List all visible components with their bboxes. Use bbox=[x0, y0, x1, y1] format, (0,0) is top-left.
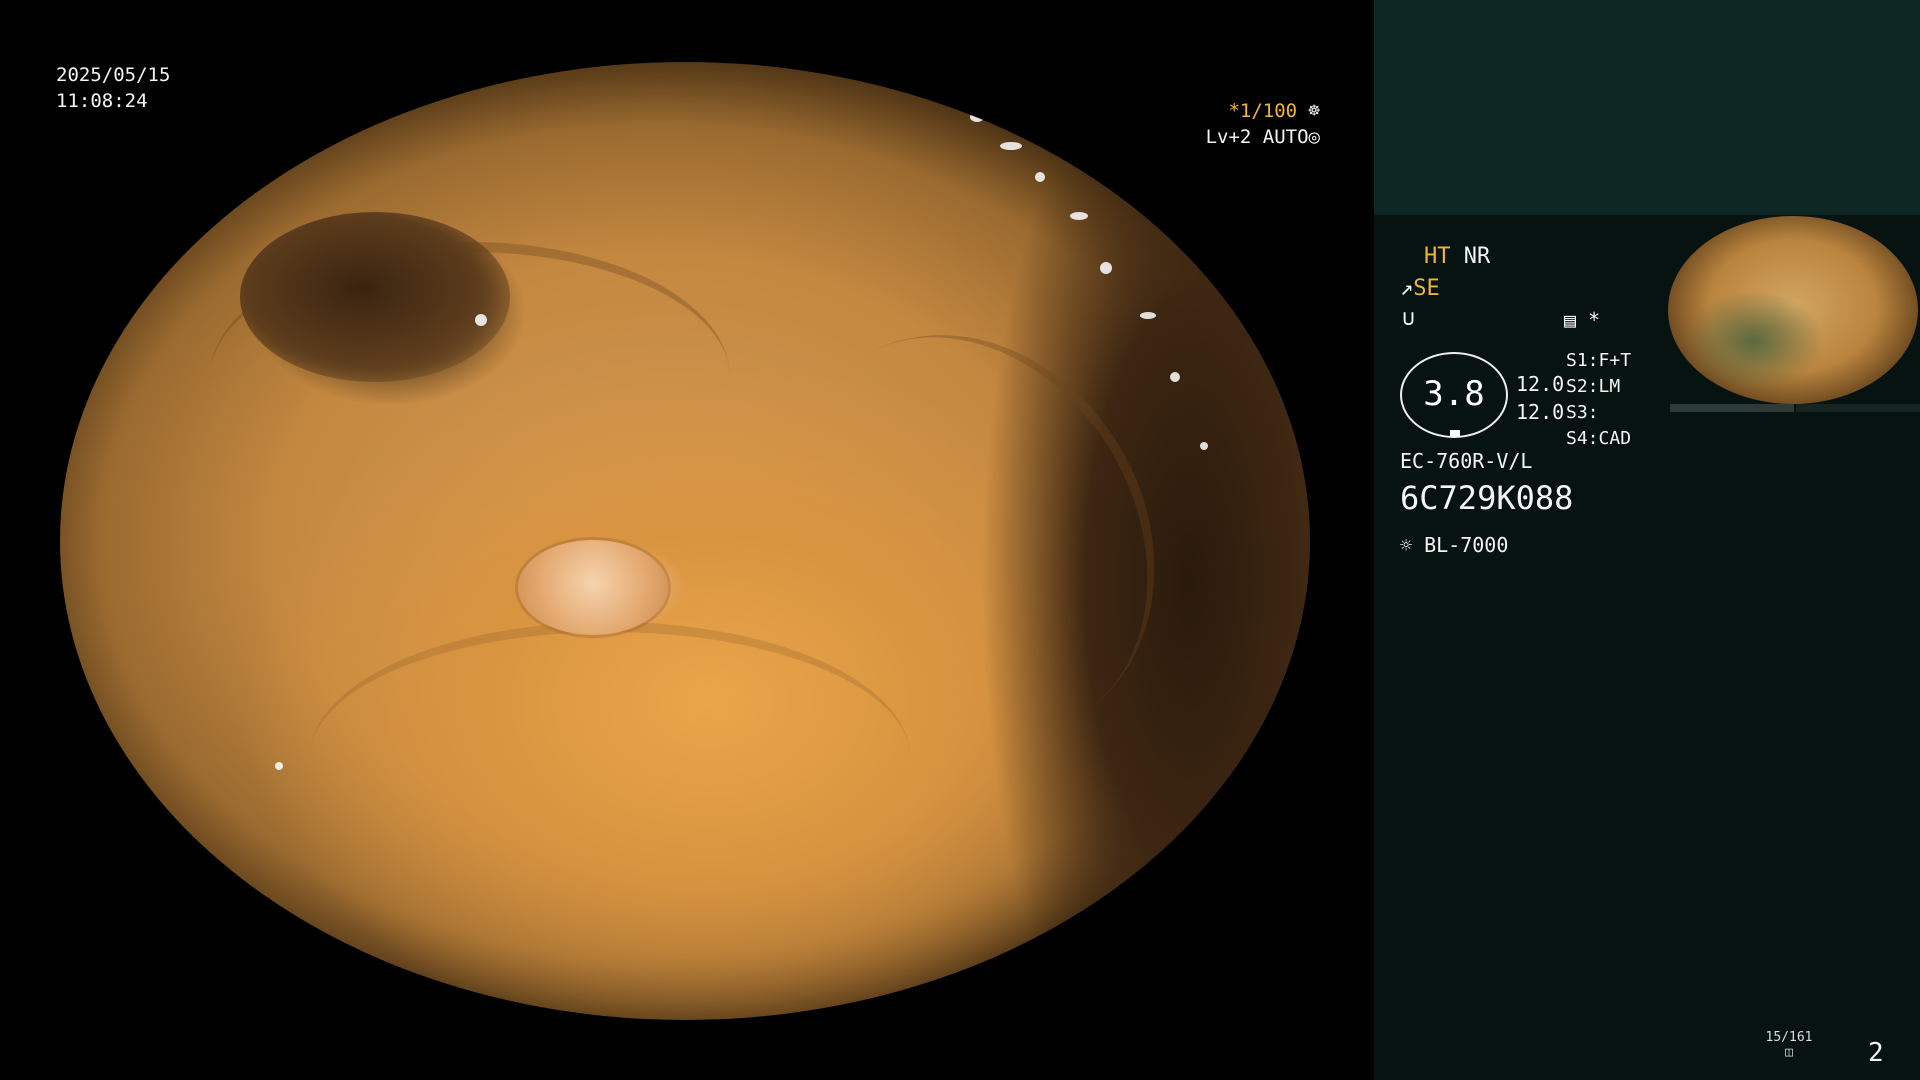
memory-icon: ▤ bbox=[1564, 308, 1577, 332]
side-value: 12.0 bbox=[1516, 372, 1565, 396]
lamp-icon: ☼ bbox=[1400, 533, 1413, 557]
specular-highlight bbox=[970, 112, 984, 122]
mucosal-fold bbox=[310, 622, 910, 892]
specular-highlight bbox=[475, 314, 487, 326]
star-label: * bbox=[1588, 308, 1601, 332]
se-row: ↗SE bbox=[1400, 276, 1440, 302]
enhancement-row: HT NR bbox=[1424, 244, 1490, 270]
ht-label: HT bbox=[1424, 244, 1451, 269]
panel-top bbox=[1374, 0, 1920, 215]
storage-icon: ◫ bbox=[1785, 1045, 1793, 1060]
polyp-lesion bbox=[518, 540, 668, 635]
mode-text: AUTO bbox=[1262, 126, 1309, 148]
switch-value: F+T bbox=[1598, 350, 1632, 371]
structure-icon: ↗ bbox=[1400, 276, 1414, 301]
storage-indicator: 15/161 ◫ bbox=[1764, 1030, 1814, 1060]
thumbnail-caption-bar bbox=[1796, 404, 1920, 412]
light-source-label: BL-7000 bbox=[1424, 533, 1509, 557]
storage-count: 15/161 bbox=[1765, 1030, 1813, 1045]
endoscope-view bbox=[60, 62, 1310, 1020]
specular-highlight bbox=[1100, 262, 1112, 274]
side-values: 12.0 12.0 bbox=[1516, 370, 1564, 426]
diverticulum-opening bbox=[240, 212, 510, 382]
specular-highlight bbox=[1035, 172, 1045, 182]
switch-key: S3: bbox=[1566, 402, 1599, 423]
page-number: 2 bbox=[1868, 1038, 1884, 1068]
se-label: SE bbox=[1413, 276, 1440, 301]
specular-highlight bbox=[1170, 372, 1180, 382]
specular-highlight bbox=[1140, 312, 1156, 319]
switch-value: LM bbox=[1598, 376, 1621, 397]
specular-highlight bbox=[1200, 442, 1208, 450]
specular-highlight bbox=[1000, 142, 1022, 150]
date-text: 2025/05/15 bbox=[56, 64, 171, 86]
specular-highlight bbox=[1070, 212, 1088, 220]
dial-marker bbox=[1450, 430, 1460, 436]
time-text: 11:08:24 bbox=[56, 90, 148, 112]
aperture-icon: ☸ bbox=[1308, 100, 1320, 122]
switch-list: S1:F+T S2:LM S3: S4:CAD bbox=[1566, 348, 1631, 452]
level-text: Lv+2 bbox=[1205, 126, 1252, 148]
ring-value: 3.8 bbox=[1423, 374, 1485, 414]
video-settings: *1/100 ☸ Lv+2 AUTO◎ bbox=[1190, 98, 1320, 150]
memory-row: ▤ * bbox=[1564, 307, 1600, 333]
shutter-text: *1/100 bbox=[1228, 100, 1298, 122]
switch-key: S1: bbox=[1566, 350, 1599, 371]
scope-serial: 6C729K088 bbox=[1400, 479, 1574, 517]
scope-model: EC-760R-V/L bbox=[1400, 449, 1533, 473]
side-value: 12.0 bbox=[1516, 400, 1565, 424]
flow-icon: ∪ bbox=[1402, 306, 1416, 331]
iris-icon: ◎ bbox=[1308, 126, 1320, 148]
light-source-row: ☼ BL-7000 bbox=[1400, 532, 1508, 558]
nr-label: NR bbox=[1463, 244, 1491, 269]
datetime-display: 2025/05/15 11:08:24 bbox=[56, 62, 170, 114]
switch-key: S4: bbox=[1566, 428, 1599, 449]
switch-value: CAD bbox=[1598, 428, 1632, 449]
captured-thumbnail[interactable] bbox=[1668, 216, 1918, 404]
specular-highlight bbox=[275, 762, 283, 770]
thumbnail-caption-bar bbox=[1670, 404, 1794, 412]
switch-key: S2: bbox=[1566, 376, 1599, 397]
